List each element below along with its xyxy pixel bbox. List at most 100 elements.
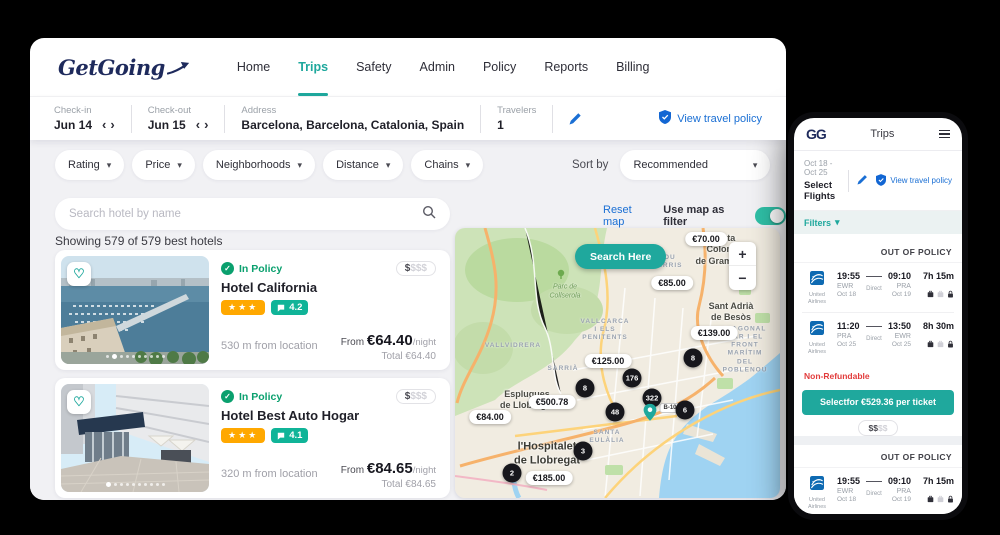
checkin-next-icon[interactable]: › (110, 118, 114, 131)
nav-item-home[interactable]: Home (237, 38, 270, 96)
checkout-prev-icon[interactable]: ‹ (196, 118, 200, 131)
travelers-field[interactable]: Travelers 1 (497, 105, 536, 132)
nav-item-safety[interactable]: Safety (356, 38, 391, 96)
flight-row[interactable]: United Airlines 19:55 EWR Oct 18 Direct … (794, 263, 962, 312)
checkout-next-icon[interactable]: › (204, 118, 208, 131)
carousel-dot[interactable] (125, 355, 129, 358)
hotel-card-california[interactable]: ♡ ✓ In Policy $$$$ Hotel California ★★★ … (55, 250, 450, 370)
duration-block: 7h 15m (916, 271, 954, 298)
map-price-marker[interactable]: €500.78 (528, 395, 576, 409)
carousel-dot[interactable] (137, 355, 141, 358)
carousel-dot[interactable] (111, 354, 117, 359)
nav-item-admin[interactable]: Admin (420, 38, 455, 96)
arr-code: EWR (894, 333, 911, 341)
filter-distance[interactable]: Distance ▾ (323, 150, 404, 180)
nav-item-billing[interactable]: Billing (616, 38, 649, 96)
map-cluster-marker[interactable]: 8 (683, 348, 703, 368)
map-price-marker[interactable]: €185.00 (525, 471, 573, 485)
tier-active: $$ (868, 422, 878, 433)
carousel-dot[interactable] (131, 355, 135, 358)
flight-card: OUT OF POLICY United Airlines 19:55 EWR … (794, 240, 962, 436)
map-price-marker[interactable]: €139.00 (690, 326, 738, 340)
checkout-field[interactable]: Check-out Jun 15 ‹ › (148, 105, 209, 132)
price-per-night: €64.40 (366, 332, 413, 349)
flight-row[interactable]: United Airlines 11:20 PRA Oct 25 Direct … (794, 313, 962, 362)
carousel-dot[interactable] (155, 355, 159, 358)
map-cluster-marker[interactable]: 6 (675, 400, 695, 420)
carousel-dot[interactable] (149, 355, 153, 358)
map-panel[interactable]: Parc de Collserola VALLVIDRERA VALLCARCA I… (455, 228, 780, 498)
divider (848, 169, 850, 192)
airline-name: United Airlines (807, 496, 827, 510)
carousel-dot[interactable] (125, 483, 129, 486)
edit-criteria-icon[interactable] (569, 112, 582, 125)
carousel-dot[interactable] (143, 483, 147, 486)
use-map-as-filter-toggle[interactable] (755, 207, 786, 225)
carousel-dot[interactable] (143, 355, 147, 358)
carousel-dot[interactable] (113, 483, 117, 486)
carousel-dot[interactable] (155, 483, 159, 486)
map-cluster-marker[interactable]: 2 (502, 463, 522, 483)
search-here-button[interactable]: Search Here (575, 244, 667, 269)
search-criteria-bar: Check-in Jun 14 ‹ › Check-out Jun 15 ‹ ›… (30, 96, 786, 140)
divider (224, 104, 226, 133)
departure-block: 19:55 EWR Oct 18 (837, 476, 861, 503)
checkin-prev-icon[interactable]: ‹ (102, 118, 106, 131)
zoom-out-button[interactable]: − (729, 266, 756, 290)
airline-name: United Airlines (807, 292, 827, 306)
checkin-field[interactable]: Check-in Jun 14 ‹ › (54, 105, 115, 132)
favorite-heart-icon[interactable]: ♡ (67, 390, 91, 414)
map-cluster-marker[interactable]: 176 (622, 368, 642, 388)
airline-block: United Airlines (802, 475, 832, 511)
address-field[interactable]: Address Barcelona, Barcelona, Catalonia,… (241, 105, 464, 132)
hotel-card-best-auto-hogar[interactable]: ♡ ✓ In Policy $$$$ Hotel Best Auto Hogar (55, 378, 450, 498)
map-price-marker[interactable]: €84.00 (469, 410, 511, 424)
map-cluster-marker[interactable]: 3 (573, 441, 593, 461)
carousel-dot[interactable] (105, 482, 111, 487)
map-price-marker[interactable]: €70.00 (685, 232, 727, 246)
hamburger-menu-icon[interactable] (939, 129, 950, 139)
carousel-dot[interactable] (137, 483, 141, 486)
carousel-dot[interactable] (161, 355, 165, 358)
phone-view-travel-policy-link[interactable]: View travel policy (876, 173, 952, 188)
phone-filters-dropdown[interactable]: Filters ▾ (794, 211, 962, 234)
map-price-marker[interactable]: €85.00 (651, 276, 693, 290)
rating-badge: 4.1 (271, 428, 309, 443)
sort-select[interactable]: Recommended ▾ (620, 150, 771, 180)
nav-item-reports[interactable]: Reports (544, 38, 588, 96)
carousel-dot[interactable] (119, 483, 123, 486)
checked-bag-icon (937, 495, 944, 502)
filter-rating[interactable]: Rating ▾ (55, 150, 125, 180)
app-logo[interactable]: GetGoing (58, 55, 191, 80)
map-cluster-marker[interactable]: 8 (575, 378, 595, 398)
phone-logo[interactable]: GG (806, 126, 827, 142)
carousel-dot[interactable] (149, 483, 153, 486)
phone-edit-icon[interactable] (857, 172, 868, 190)
out-of-policy-label: OUT OF POLICY (794, 240, 962, 263)
view-travel-policy-link[interactable]: View travel policy (659, 110, 762, 127)
carousel-dot[interactable] (105, 355, 109, 358)
map-area-label: SANTA EULÀLIA (589, 428, 625, 444)
flight-row[interactable]: United Airlines 19:55 EWR Oct 18 Direct … (794, 468, 962, 514)
favorite-heart-icon[interactable]: ♡ (67, 262, 91, 286)
select-fare-button[interactable]: Selectfor €529.36 per ticket (802, 389, 954, 415)
nav-item-policy[interactable]: Policy (483, 38, 516, 96)
stops-label: Direct (866, 336, 882, 343)
hotel-search-input[interactable] (69, 208, 422, 220)
filter-price[interactable]: Price ▾ (132, 150, 195, 180)
phone-trip-summary[interactable]: Oct 18 - Oct 25 Select Flights (804, 159, 840, 202)
carousel-dot[interactable] (119, 355, 123, 358)
lock-icon (948, 495, 953, 503)
map-price-marker[interactable]: €125.00 (584, 354, 632, 368)
caret-down-icon: ▾ (297, 159, 303, 170)
zoom-in-button[interactable]: + (729, 242, 756, 266)
carousel-dot[interactable] (131, 483, 135, 486)
from-label: From (340, 465, 365, 476)
carousel-dot[interactable] (161, 483, 165, 486)
filter-chains[interactable]: Chains ▾ (411, 150, 484, 180)
map-cluster-marker[interactable]: 48 (605, 402, 625, 422)
nav-item-trips[interactable]: Trips (298, 38, 328, 96)
reset-map-link[interactable]: Reset map (603, 204, 651, 228)
search-icon[interactable] (422, 205, 436, 224)
filter-neighborhoods[interactable]: Neighborhoods ▾ (202, 150, 316, 180)
